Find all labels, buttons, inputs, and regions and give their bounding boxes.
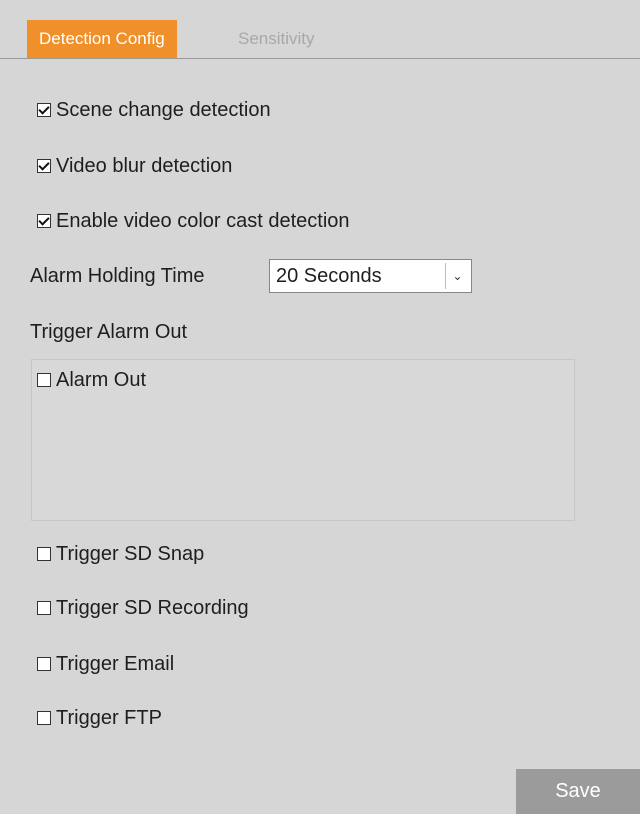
alarm-holding-select[interactable]: 20 Seconds ⌄ — [269, 259, 472, 293]
scene-change-option[interactable]: Scene change detection — [37, 96, 271, 124]
trigger-sd-recording-option[interactable]: Trigger SD Recording — [37, 594, 249, 622]
trigger-sd-snap-option[interactable]: Trigger SD Snap — [37, 540, 204, 568]
trigger-sd-snap-label: Trigger SD Snap — [56, 543, 205, 565]
trigger-email-label: Trigger Email — [56, 653, 175, 675]
tab-bar: Detection Config Sensitivity — [0, 0, 640, 59]
trigger-email-option[interactable]: Trigger Email — [37, 650, 174, 678]
video-blur-label: Video blur detection — [56, 155, 233, 177]
video-blur-option[interactable]: Video blur detection — [37, 152, 232, 180]
trigger-sd-snap-checkbox[interactable] — [37, 547, 51, 561]
video-blur-checkbox[interactable] — [37, 159, 51, 173]
scene-change-label: Scene change detection — [56, 99, 271, 121]
alarm-out-option[interactable]: Alarm Out — [37, 366, 146, 394]
alarm-out-label: Alarm Out — [56, 369, 147, 391]
trigger-ftp-checkbox[interactable] — [37, 711, 51, 725]
trigger-alarm-out-label: Trigger Alarm Out — [30, 321, 188, 343]
scene-change-checkbox[interactable] — [37, 103, 51, 117]
color-cast-label: Enable video color cast detection — [56, 210, 350, 232]
color-cast-checkbox[interactable] — [37, 214, 51, 228]
chevron-down-icon[interactable]: ⌄ — [445, 263, 469, 289]
trigger-sd-recording-label: Trigger SD Recording — [56, 597, 249, 619]
alarm-holding-label: Alarm Holding Time — [30, 265, 205, 287]
alarm-out-checkbox[interactable] — [37, 373, 51, 387]
save-button[interactable]: Save — [516, 769, 640, 814]
tab-sensitivity[interactable]: Sensitivity — [232, 20, 321, 58]
trigger-sd-recording-checkbox[interactable] — [37, 601, 51, 615]
trigger-ftp-label: Trigger FTP — [56, 707, 162, 729]
trigger-email-checkbox[interactable] — [37, 657, 51, 671]
color-cast-option[interactable]: Enable video color cast detection — [37, 207, 350, 235]
trigger-ftp-option[interactable]: Trigger FTP — [37, 704, 162, 732]
alarm-holding-value: 20 Seconds — [276, 265, 382, 287]
tab-detection-config[interactable]: Detection Config — [27, 20, 177, 58]
